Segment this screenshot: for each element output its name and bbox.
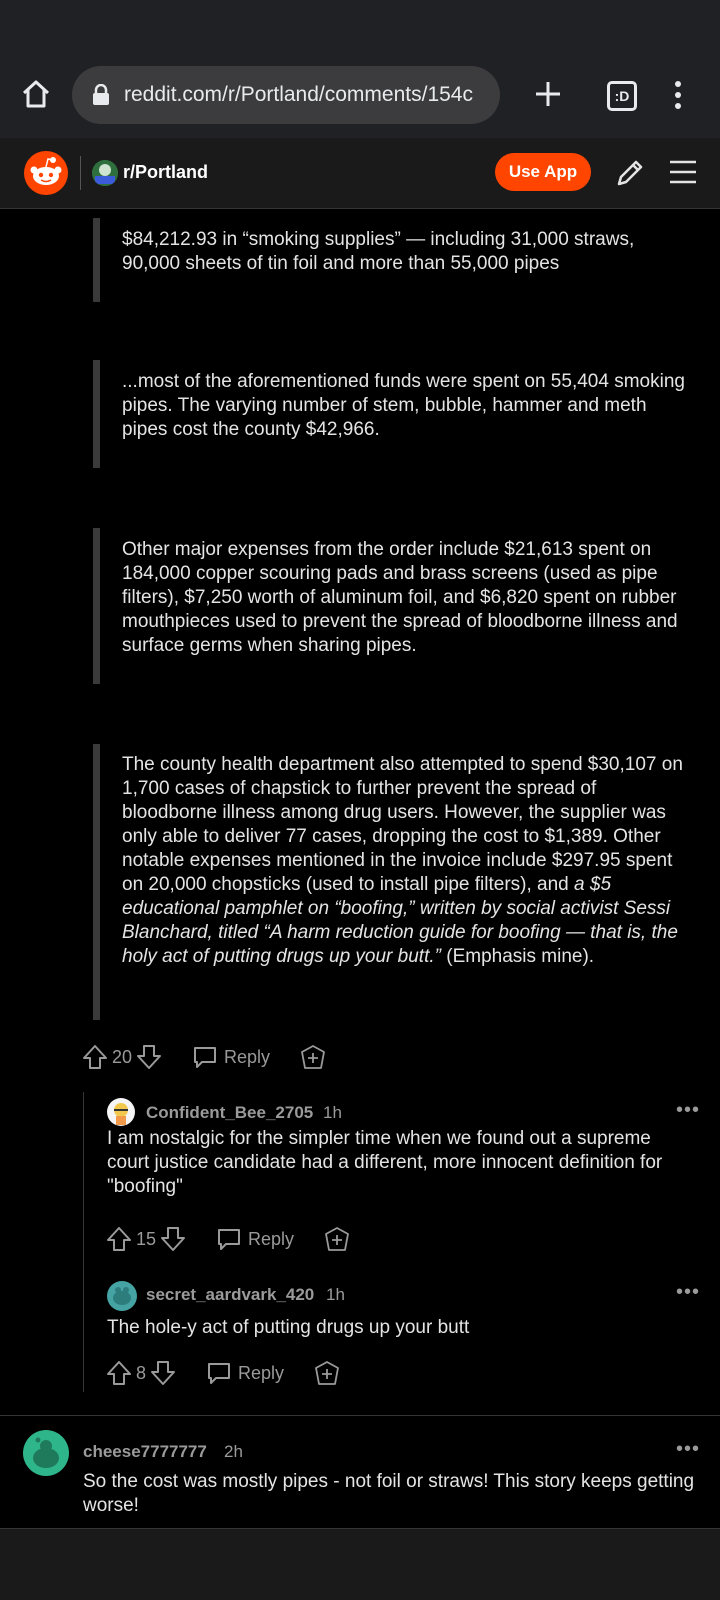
home-icon[interactable] <box>20 78 52 110</box>
reply-button[interactable]: Reply <box>216 1226 294 1252</box>
vote-count: 8 <box>136 1362 147 1383</box>
status-bar <box>0 0 720 62</box>
avatar[interactable] <box>107 1098 135 1126</box>
timestamp: 2h <box>224 1442 243 1461</box>
comment-body: So the cost was mostly pipes - not foil … <box>83 1471 695 1516</box>
url-text: reddit.com/r/Portland/comments/154c <box>124 83 473 106</box>
quote-text: $84,212.93 in “smoking supplies” — inclu… <box>122 229 635 274</box>
header-divider <box>80 156 81 190</box>
thread-line <box>83 1092 84 1392</box>
quote-text: Other major expenses from the order incl… <box>122 539 678 656</box>
browser-toolbar: reddit.com/r/Portland/comments/154c :D <box>0 62 720 138</box>
downvote-icon[interactable] <box>160 1226 186 1252</box>
more-options-button[interactable]: ••• <box>676 1099 700 1122</box>
comment-icon <box>218 1229 241 1250</box>
reddit-header: r/Portland Use App <box>0 138 720 209</box>
username[interactable]: secret_aardvark_420 <box>146 1285 314 1305</box>
timestamp: 1h <box>323 1103 342 1122</box>
quote-bar <box>93 528 100 684</box>
username[interactable]: Confident_Bee_2705 <box>146 1103 313 1123</box>
upvote-icon[interactable] <box>82 1044 108 1070</box>
comment-body: The hole-y act of putting drugs up your … <box>107 1317 470 1338</box>
subreddit-avatar[interactable] <box>92 160 118 186</box>
upvote-icon[interactable] <box>106 1226 132 1252</box>
downvote-icon[interactable] <box>150 1360 176 1386</box>
lock-icon <box>93 84 109 105</box>
avatar[interactable] <box>23 1430 69 1476</box>
vote-count: 20 <box>112 1046 133 1067</box>
avatar[interactable] <box>107 1281 137 1311</box>
timestamp: 1h <box>326 1285 345 1304</box>
bottom-bar <box>0 1529 720 1600</box>
comment-icon <box>208 1363 231 1384</box>
comment-actions: 8 Reply <box>106 1356 340 1390</box>
divider <box>0 1415 720 1416</box>
upvote-icon[interactable] <box>106 1360 132 1386</box>
comment-body: I am nostalgic for the simpler time when… <box>107 1128 663 1197</box>
quote-tail-text: (Emphasis mine). <box>440 946 595 967</box>
more-options-button[interactable]: ••• <box>676 1281 700 1304</box>
tab-switcher-button[interactable]: :D <box>607 81 637 111</box>
reddit-logo-icon[interactable] <box>24 151 68 195</box>
reply-label: Reply <box>248 1228 295 1249</box>
quote-text: The county health department also attemp… <box>122 753 687 969</box>
downvote-icon[interactable] <box>136 1044 162 1070</box>
subreddit-name[interactable]: r/Portland <box>123 162 208 183</box>
comment-actions: 15 Reply <box>106 1222 350 1256</box>
url-bar[interactable]: reddit.com/r/Portland/comments/154c <box>72 66 500 124</box>
use-app-button[interactable]: Use App <box>495 153 591 191</box>
plus-icon[interactable] <box>534 80 562 108</box>
pencil-icon[interactable] <box>614 157 646 189</box>
menu-icon[interactable] <box>668 158 698 186</box>
award-icon[interactable] <box>300 1044 326 1070</box>
comment-icon <box>194 1047 217 1068</box>
reply-button[interactable]: Reply <box>206 1360 284 1386</box>
comment-actions: 20 Reply <box>82 1040 326 1074</box>
quote-bar <box>93 218 100 302</box>
quote-bar <box>93 360 100 468</box>
reply-button[interactable]: Reply <box>192 1044 270 1070</box>
vote-count: 15 <box>136 1228 157 1249</box>
award-icon[interactable] <box>324 1226 350 1252</box>
award-icon[interactable] <box>314 1360 340 1386</box>
username[interactable]: cheese7777777 <box>83 1442 207 1462</box>
reply-label: Reply <box>224 1046 271 1067</box>
quote-text: ...most of the aforementioned funds were… <box>122 371 685 440</box>
more-options-button[interactable]: ••• <box>676 1438 700 1461</box>
reply-label: Reply <box>238 1362 285 1383</box>
more-vertical-icon[interactable] <box>672 80 684 110</box>
quote-bar <box>93 744 100 1020</box>
